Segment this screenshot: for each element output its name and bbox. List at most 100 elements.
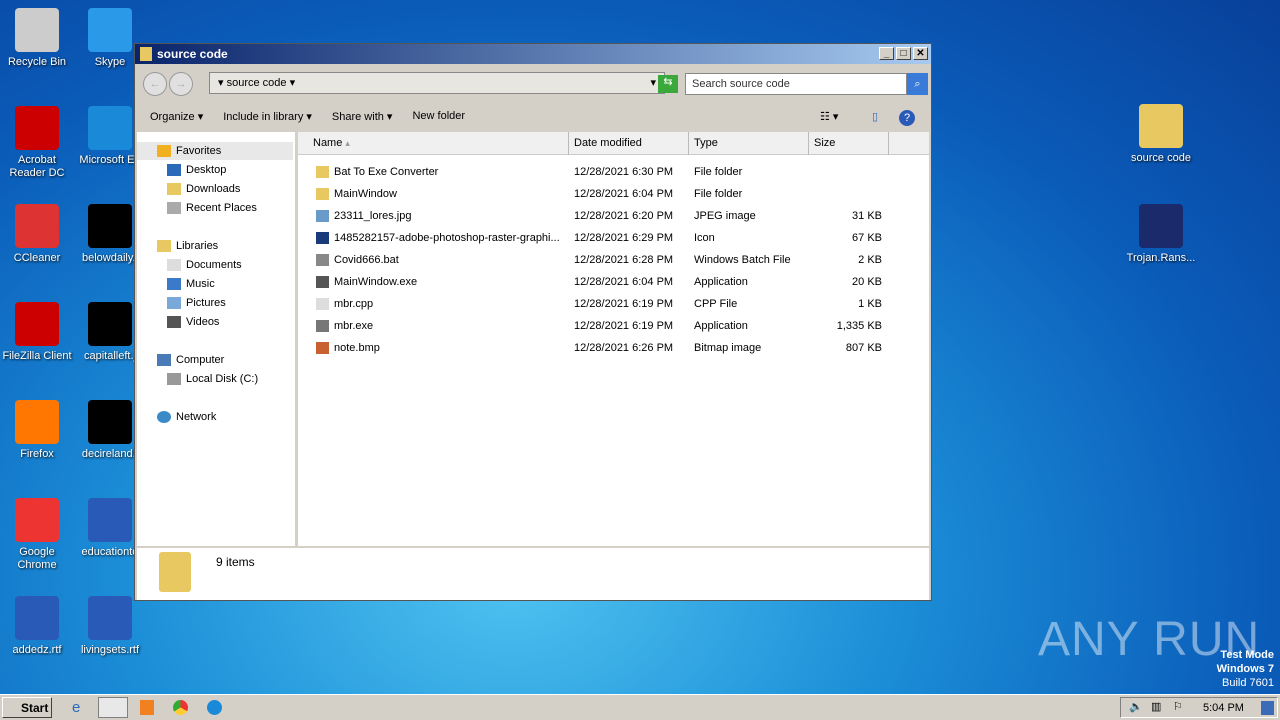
edge-icon[interactable] [207,700,222,715]
file-icon [316,232,329,244]
desktop-icon-label: Firefox [20,448,54,460]
show-desktop-button[interactable] [1261,701,1274,715]
file-size: 807 KB [845,342,882,354]
share-with-button[interactable]: Share with ▾ [332,110,393,130]
column-date-modified[interactable]: Date modified [569,132,689,155]
back-button[interactable]: ← [143,72,167,96]
app-icon [1139,104,1183,148]
close-button[interactable]: ✕ [913,47,928,60]
file-date: 12/28/2021 6:26 PM [574,342,674,354]
file-icon [316,166,329,178]
file-type: Icon [694,232,715,244]
nav-videos[interactable]: Videos [167,316,219,329]
file-name: Covid666.bat [334,254,399,266]
file-date: 12/28/2021 6:29 PM [574,232,674,244]
nav-favorites[interactable]: Favorites [137,142,293,160]
nav-recent-places[interactable]: Recent Places [167,202,257,215]
new-folder-button[interactable]: New folder [412,110,465,130]
column-name[interactable]: Name ▴ [298,132,569,155]
nav-desktop[interactable]: Desktop [167,164,226,177]
preview-pane-icon[interactable]: ▯ [872,110,878,123]
desktop-icon-item[interactable]: CCleaner [0,204,74,265]
file-row[interactable]: mbr.cpp 12/28/2021 6:19 PM CPP File 1 KB [298,293,898,315]
column-size[interactable]: Size [809,132,889,155]
file-icon [316,342,329,354]
nav-music[interactable]: Music [167,278,215,291]
network-icon[interactable]: ▥ [1151,700,1161,713]
taskbar: Start e 🔈 ▥ ⚐ 5:04 PM [0,694,1280,720]
file-row[interactable]: MainWindow.exe 12/28/2021 6:04 PM Applicat… [298,271,898,293]
desktop-icon-item[interactable]: source code [1124,104,1198,165]
file-name: MainWindow [334,188,397,200]
desktop-icon-item[interactable]: Google Chrome [0,498,74,572]
desktop-icon-item[interactable]: Firefox [0,400,74,461]
app-icon [88,400,132,444]
desktop-icon-label: livingsets.rtf [80,644,140,656]
nav-network[interactable]: Network [157,411,216,424]
file-row[interactable]: Bat To Exe Converter 12/28/2021 6:30 PM Fi… [298,161,898,183]
app-icon [88,596,132,640]
start-button[interactable]: Start [2,697,52,718]
file-type: CPP File [694,298,738,310]
desktop-icon-item[interactable]: Trojan.Rans... [1124,204,1198,265]
desktop-icon-item[interactable]: Recycle Bin [0,8,74,69]
address-bar[interactable]: ▾ source code ▾ ▾ [209,72,665,94]
file-size: 67 KB [852,232,882,244]
folder-icon [140,47,152,61]
desktop-icon-item[interactable]: livingsets.rtf [73,596,147,657]
nav-downloads[interactable]: Downloads [167,183,240,196]
file-date: 12/28/2021 6:04 PM [574,188,674,200]
star-icon [157,145,171,158]
search-input[interactable]: Search source code [685,73,907,95]
nav-pictures[interactable]: Pictures [167,297,226,310]
file-type: JPEG image [694,210,756,222]
app-icon [15,8,59,52]
clock[interactable]: 5:04 PM [1203,702,1244,714]
media-player-icon[interactable] [140,700,154,715]
file-name: 23311_lores.jpg [334,210,412,222]
include-in-library-button[interactable]: Include in library ▾ [223,110,312,130]
nav-documents[interactable]: Documents [167,259,242,272]
network-icon [157,411,171,424]
test-mode-text: Test Mode Windows 7 Build 7601 [1216,649,1274,689]
file-size: 1,335 KB [836,320,882,332]
help-icon[interactable]: ? [899,110,915,126]
address-dropdown-icon[interactable]: ▾ [650,76,656,89]
flag-icon[interactable]: ⚐ [1173,700,1183,713]
file-name: MainWindow.exe [334,276,418,288]
nav-libraries[interactable]: Libraries [157,240,218,253]
view-options-icon[interactable]: ☷ ▾ [820,110,838,123]
column-type[interactable]: Type [689,132,809,155]
forward-button[interactable]: → [169,72,193,96]
desktop-icon-item[interactable]: addedz.rtf [0,596,74,657]
refresh-button[interactable]: ⇆ [658,75,678,93]
system-tray: 🔈 ▥ ⚐ 5:04 PM [1120,697,1278,718]
file-icon [316,298,329,310]
file-row[interactable]: note.bmp 12/28/2021 6:26 PM Bitmap image 80… [298,337,898,359]
desktop-icon-label: Trojan.Rans... [1126,252,1196,264]
file-row[interactable]: 1485282157-adobe-photoshop-raster-graphi… [298,227,898,249]
maximize-button[interactable]: □ [896,47,911,60]
ie-icon[interactable]: e [72,699,80,716]
music-icon [167,278,181,291]
toolbar: Organize ▾ Include in library ▾ Share wi… [135,106,931,130]
title-bar[interactable]: source code _ □ ✕ [135,44,931,64]
file-row[interactable]: Covid666.bat 12/28/2021 6:28 PM Windows Ba… [298,249,898,271]
search-icon[interactable]: ⌕ [907,73,928,95]
nav-computer[interactable]: Computer [157,354,224,367]
file-row[interactable]: MainWindow 12/28/2021 6:04 PM File folder [298,183,898,205]
explorer-taskbar-button[interactable] [98,697,128,718]
chrome-icon[interactable] [173,700,188,715]
desktop-icon-label: CCleaner [13,252,61,264]
nav-local-disk[interactable]: Local Disk (C:) [167,373,258,386]
file-size: 31 KB [852,210,882,222]
app-icon [88,302,132,346]
file-type: Windows Batch File [694,254,791,266]
minimize-button[interactable]: _ [879,47,894,60]
file-row[interactable]: mbr.exe 12/28/2021 6:19 PM Application 1,33… [298,315,898,337]
file-row[interactable]: 23311_lores.jpg 12/28/2021 6:20 PM JPEG im… [298,205,898,227]
organize-button[interactable]: Organize ▾ [150,110,203,130]
volume-icon[interactable]: 🔈 [1129,700,1143,713]
desktop-icon-item[interactable]: Acrobat Reader DC [0,106,74,180]
desktop-icon-item[interactable]: FileZilla Client [0,302,74,363]
